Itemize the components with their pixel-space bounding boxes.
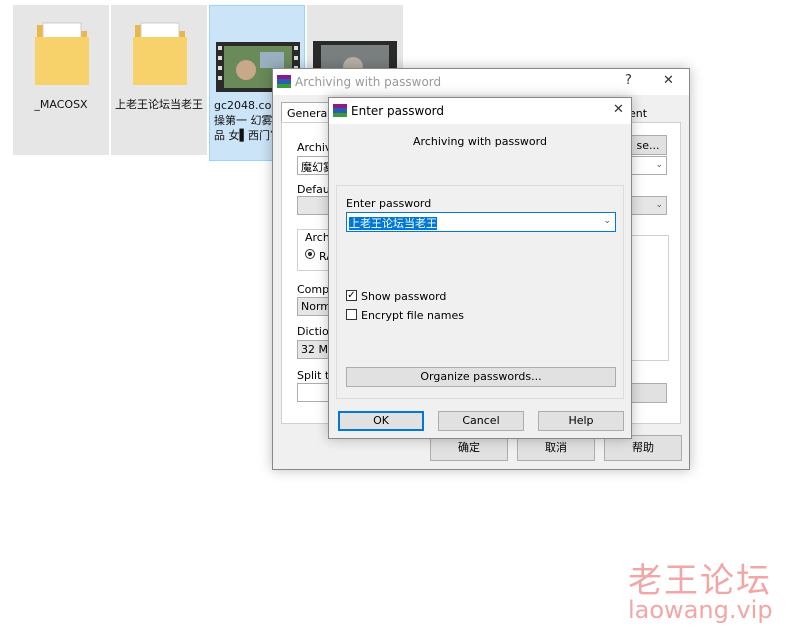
- watermark-logo-text: 老王论坛: [628, 561, 772, 601]
- archive-dialog-title: Archiving with password: [295, 75, 442, 89]
- help-button[interactable]: Help: [538, 411, 624, 431]
- archive-name-dropdown[interactable]: ⌄: [629, 156, 667, 175]
- winrar-icon: [277, 75, 291, 88]
- show-password-label: Show password: [361, 290, 447, 303]
- folder-icon: [133, 22, 187, 85]
- options-button[interactable]: [629, 383, 667, 403]
- organize-passwords-button[interactable]: Organize passwords...: [346, 367, 616, 387]
- encrypt-file-names-label: Encrypt file names: [361, 309, 464, 322]
- archive-dialog-titlebar[interactable]: Archiving with password ? ✕: [273, 69, 689, 95]
- desktop-icon-label: 上老王论坛当老王: [115, 98, 203, 111]
- rar-radio[interactable]: [305, 249, 315, 259]
- password-dialog-titlebar[interactable]: Enter password ✕: [329, 98, 631, 124]
- help-icon[interactable]: ?: [625, 73, 632, 88]
- password-value-selected: 上老王论坛当老王: [349, 217, 437, 230]
- browse-button[interactable]: se...: [629, 135, 667, 155]
- chevron-down-icon: ⌄: [655, 200, 663, 210]
- close-icon[interactable]: ✕: [613, 102, 624, 117]
- encrypt-file-names-checkbox[interactable]: [346, 309, 357, 320]
- profile-dropdown[interactable]: ⌄: [629, 196, 667, 215]
- password-dialog-title: Enter password: [351, 104, 444, 118]
- desktop-icon-macosx[interactable]: _MACOSX: [13, 5, 109, 155]
- ok-button[interactable]: OK: [338, 411, 424, 431]
- tab-general[interactable]: General: [281, 102, 333, 123]
- cancel-button[interactable]: Cancel: [438, 411, 524, 431]
- winrar-icon: [333, 104, 347, 117]
- enter-password-dialog: Enter password ✕ Archiving with password…: [328, 97, 632, 439]
- folder-icon: [35, 22, 89, 85]
- tab-general-label: General: [287, 107, 331, 120]
- password-input[interactable]: 上老王论坛当老王 ⌄: [346, 212, 616, 232]
- close-icon[interactable]: ✕: [663, 73, 674, 88]
- enter-password-label: Enter password: [346, 197, 432, 210]
- chevron-down-icon[interactable]: ⌄: [603, 216, 611, 226]
- show-password-checkbox[interactable]: ✓: [346, 290, 357, 301]
- chevron-down-icon: ⌄: [655, 160, 663, 170]
- watermark-url: laowang.vip: [628, 596, 773, 624]
- options-list: [629, 235, 669, 361]
- desktop-icon-label: _MACOSX: [34, 98, 88, 111]
- password-dialog-header: Archiving with password: [413, 135, 547, 148]
- desktop-icon-folder[interactable]: 上老王论坛当老王: [111, 5, 207, 155]
